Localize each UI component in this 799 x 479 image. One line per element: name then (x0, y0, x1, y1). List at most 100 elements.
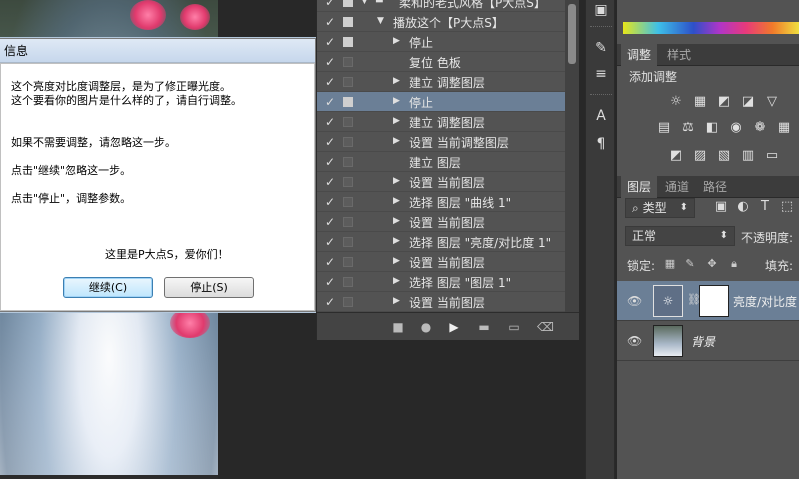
checkmark-icon[interactable]: ✓ (323, 155, 337, 169)
invert-icon[interactable]: ◩ (667, 148, 685, 164)
new-action-icon[interactable]: ▭ (507, 320, 521, 334)
dialog-toggle-icon[interactable] (343, 297, 353, 307)
black-white-icon[interactable]: ◧ (703, 120, 721, 136)
actions-scrollbar[interactable] (565, 0, 579, 312)
stop-button[interactable]: 停止(S) (164, 277, 254, 298)
new-set-icon[interactable]: ▬ (477, 320, 491, 334)
dialog-toggle-icon[interactable] (343, 217, 353, 227)
action-row[interactable]: ✓ 建立 图层 (317, 152, 565, 172)
checkmark-icon[interactable]: ✓ (323, 95, 337, 109)
collapsed-triangle-icon[interactable]: ▶ (393, 256, 400, 266)
checkmark-icon[interactable]: ✓ (323, 175, 337, 189)
layer-filter-select[interactable]: ⌕ 类型 ⬍ (625, 198, 695, 218)
photo-filter-icon[interactable]: ◉ (727, 120, 745, 136)
collapsed-triangle-icon[interactable]: ▶ (393, 276, 400, 286)
record-icon[interactable]: ● (419, 320, 433, 334)
eye-icon[interactable]: 👁︎ (627, 294, 642, 308)
continue-button[interactable]: 继续(C) (63, 277, 153, 298)
lock-paint-icon[interactable]: ✎ (683, 257, 697, 271)
expanded-triangle-icon[interactable]: ▼ (377, 16, 384, 26)
checkmark-icon[interactable]: ✓ (323, 35, 337, 49)
checkmark-icon[interactable]: ✓ (323, 15, 337, 29)
brush-icon[interactable]: ✎ (591, 38, 611, 58)
dialog-toggle-icon[interactable] (343, 97, 353, 107)
character-icon[interactable]: A (591, 106, 611, 126)
action-row[interactable]: ✓ ▶ 停止 (317, 92, 565, 112)
checkmark-icon[interactable]: ✓ (323, 55, 337, 69)
threshold-icon[interactable]: ▧ (715, 148, 733, 164)
stop-recording-icon[interactable]: ■ (391, 320, 405, 334)
collapsed-triangle-icon[interactable]: ▶ (393, 216, 400, 226)
tab-paths[interactable]: 路径 (697, 176, 733, 198)
layer-row-background[interactable]: 👁︎ 背景 (617, 321, 799, 361)
layer-row-brightness[interactable]: 👁︎ ☼ ⛓ 亮度/对比度 1 (617, 281, 799, 321)
play-icon[interactable]: ▶ (447, 320, 461, 334)
lock-transparent-icon[interactable]: ▦ (663, 257, 677, 271)
curves-icon[interactable]: ◩ (715, 94, 733, 110)
action-row[interactable]: ✓ ▶ 设置 当前图层 (317, 172, 565, 192)
dialog-toggle-icon[interactable] (343, 0, 353, 7)
filter-shape-icon[interactable]: ⬚ (779, 199, 795, 215)
paragraph-icon[interactable]: ¶ (591, 134, 611, 154)
mask-thumb[interactable] (699, 285, 729, 317)
dialog-toggle-icon[interactable] (343, 257, 353, 267)
checkmark-icon[interactable]: ✓ (323, 0, 337, 9)
collapsed-triangle-icon[interactable]: ▶ (393, 136, 400, 146)
layer-comps-icon[interactable]: ▣ (591, 0, 611, 20)
filter-pixel-icon[interactable]: ▣ (713, 199, 729, 215)
tab-styles[interactable]: 样式 (661, 44, 697, 66)
action-row[interactable]: ✓ ▶ 建立 调整图层 (317, 112, 565, 132)
color-balance-icon[interactable]: ⚖ (679, 120, 697, 136)
action-row[interactable]: ✓ ▼ 播放这个【P大点S】 (317, 12, 565, 32)
lock-all-icon[interactable]: 🔒︎ (727, 257, 741, 271)
action-row[interactable]: ✓ ▶ 停止 (317, 32, 565, 52)
channel-mixer-icon[interactable]: ❁ (751, 120, 769, 136)
tab-channels[interactable]: 通道 (659, 176, 695, 198)
expanded-triangle-icon[interactable]: ▼ (361, 0, 368, 6)
dialog-toggle-icon[interactable] (343, 77, 353, 87)
tab-adjustments[interactable]: 调整 (621, 44, 658, 66)
dialog-toggle-icon[interactable] (343, 157, 353, 167)
checkmark-icon[interactable]: ✓ (323, 275, 337, 289)
action-row[interactable]: ✓ ▶ 设置 当前图层 (317, 292, 565, 312)
levels-icon[interactable]: ▦ (691, 94, 709, 110)
delete-icon[interactable]: ⌫ (537, 320, 554, 334)
vibrance-icon[interactable]: ▽ (763, 94, 781, 110)
collapsed-triangle-icon[interactable]: ▶ (393, 196, 400, 206)
filter-adjustment-icon[interactable]: ◐ (735, 199, 751, 215)
filter-type-icon[interactable]: T (757, 199, 773, 215)
brush-presets-icon[interactable]: ≡ (591, 64, 611, 84)
selective-color-icon[interactable]: ▥ (739, 148, 757, 164)
color-lookup-icon[interactable]: ▦ (775, 120, 793, 136)
posterize-icon[interactable]: ▨ (691, 148, 709, 164)
dialog-toggle-icon[interactable] (343, 177, 353, 187)
scrollbar-thumb[interactable] (568, 4, 576, 64)
collapsed-triangle-icon[interactable]: ▶ (393, 76, 400, 86)
dialog-toggle-icon[interactable] (343, 137, 353, 147)
collapsed-triangle-icon[interactable]: ▶ (393, 236, 400, 246)
dialog-toggle-icon[interactable] (343, 17, 353, 27)
color-ramp[interactable] (623, 22, 799, 34)
collapsed-triangle-icon[interactable]: ▶ (393, 36, 400, 46)
collapsed-triangle-icon[interactable]: ▶ (393, 176, 400, 186)
exposure-icon[interactable]: ◪ (739, 94, 757, 110)
checkmark-icon[interactable]: ✓ (323, 135, 337, 149)
gradient-map-icon[interactable]: ▭ (763, 148, 781, 164)
checkmark-icon[interactable]: ✓ (323, 235, 337, 249)
dialog-toggle-icon[interactable] (343, 197, 353, 207)
action-row[interactable]: ✓ ▶ 设置 当前图层 (317, 212, 565, 232)
hue-saturation-icon[interactable]: ▤ (655, 120, 673, 136)
action-row[interactable]: ✓ ▶ 设置 当前图层 (317, 252, 565, 272)
action-row[interactable]: ✓ ▶ 选择 图层 "图层 1" (317, 272, 565, 292)
action-row[interactable]: ✓ ▶ 建立 调整图层 (317, 72, 565, 92)
collapsed-triangle-icon[interactable]: ▶ (393, 116, 400, 126)
dialog-toggle-icon[interactable] (343, 237, 353, 247)
eye-icon[interactable]: 👁︎ (627, 334, 642, 348)
lock-move-icon[interactable]: ✥ (705, 257, 719, 271)
collapsed-triangle-icon[interactable]: ▶ (393, 296, 400, 306)
tab-layers[interactable]: 图层 (621, 176, 658, 198)
action-row[interactable]: ✓ 复位 色板 (317, 52, 565, 72)
checkmark-icon[interactable]: ✓ (323, 115, 337, 129)
dialog-toggle-icon[interactable] (343, 117, 353, 127)
action-row[interactable]: ✓ ▶ 设置 当前调整图层 (317, 132, 565, 152)
